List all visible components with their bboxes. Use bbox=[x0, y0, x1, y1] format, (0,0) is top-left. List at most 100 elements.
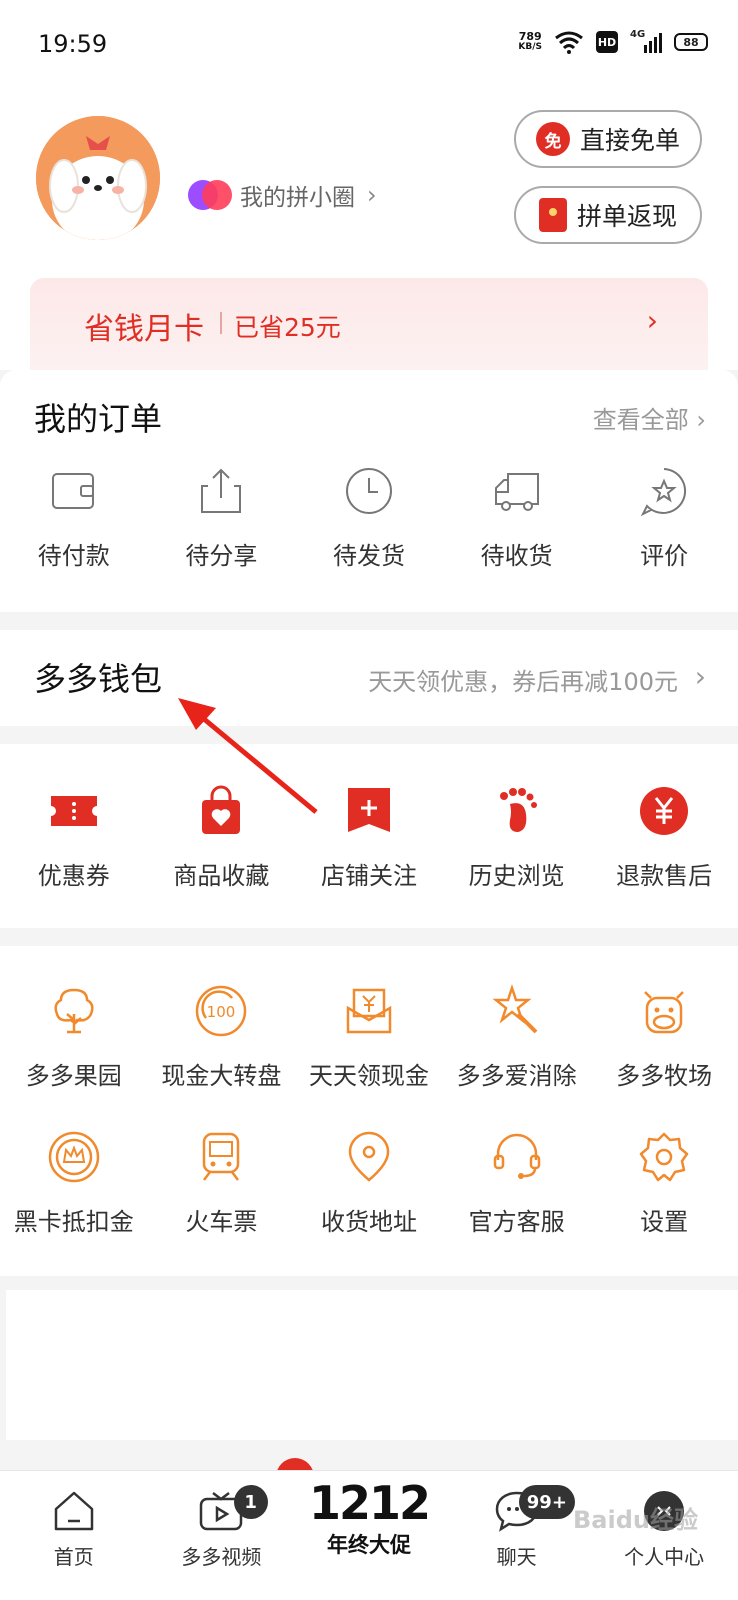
avatar[interactable] bbox=[36, 116, 160, 240]
net-speed: 789 KB/S bbox=[518, 31, 542, 53]
tab-label: 年终大促 bbox=[326, 1533, 411, 1557]
service-label: 官方客服 bbox=[468, 1208, 565, 1236]
service-settings[interactable]: 设置 bbox=[590, 1130, 738, 1237]
pin-circle-link[interactable]: 我的拼小圈 › bbox=[188, 178, 377, 212]
tool-favorites[interactable]: 商品收藏 bbox=[148, 784, 296, 891]
service-ranch[interactable]: 多多牧场 bbox=[590, 984, 738, 1091]
tool-label: 商品收藏 bbox=[173, 862, 270, 890]
star-wand-icon bbox=[492, 984, 537, 1034]
cashback-button[interactable]: 拼单返现 bbox=[514, 186, 702, 244]
store-follow-icon bbox=[347, 788, 390, 832]
divider bbox=[220, 312, 222, 334]
service-cash-wheel[interactable]: 100 现金大转盘 bbox=[148, 984, 296, 1091]
pin-circle-label: 我的拼小圈 bbox=[240, 185, 355, 211]
tree-icon bbox=[54, 988, 94, 1034]
service-customer-support[interactable]: 官方客服 bbox=[443, 1130, 591, 1237]
tool-label: 历史浏览 bbox=[468, 862, 565, 890]
order-label: 待分享 bbox=[185, 542, 258, 570]
tool-refund[interactable]: 退款售后 bbox=[590, 784, 738, 891]
service-label: 多多牧场 bbox=[616, 1062, 713, 1090]
tool-coupon[interactable]: 优惠券 bbox=[0, 784, 148, 891]
location-icon bbox=[348, 1131, 390, 1182]
crown-coin-icon bbox=[48, 1131, 100, 1183]
view-all-orders-link[interactable]: 查看全部 › bbox=[593, 400, 706, 435]
service-label: 天天领现金 bbox=[308, 1062, 429, 1090]
services-row-2: 黑卡抵扣金 火车票 收货地址 官方客服 设置 bbox=[0, 1130, 738, 1237]
truck-icon bbox=[494, 473, 539, 511]
tab-label: 多多视频 bbox=[181, 1545, 262, 1569]
coupon-icon bbox=[50, 796, 97, 826]
cow-icon bbox=[644, 991, 685, 1034]
home-icon bbox=[54, 1491, 94, 1531]
tool-label: 店铺关注 bbox=[320, 862, 417, 890]
quick-tools-section: 优惠券 商品收藏 店铺关注 历史浏览 退款售后 bbox=[0, 744, 738, 928]
status-bar: 19:59 789 KB/S HD 4G 88 bbox=[0, 0, 738, 90]
signal-icon: 4G bbox=[630, 29, 662, 53]
tab-home[interactable]: 首页 bbox=[0, 1471, 148, 1600]
wallet-section[interactable]: 多多钱包 天天领优惠，券后再减100元 › bbox=[0, 630, 738, 726]
net-speed-unit: KB/S bbox=[518, 42, 542, 52]
service-black-card[interactable]: 黑卡抵扣金 bbox=[0, 1130, 148, 1237]
order-label: 评价 bbox=[640, 542, 689, 570]
order-label: 待付款 bbox=[37, 542, 110, 570]
tab-label: 聊天 bbox=[496, 1545, 537, 1569]
service-daily-cash[interactable]: 天天领现金 bbox=[295, 984, 443, 1091]
tab-label: 首页 bbox=[53, 1545, 94, 1569]
tab-promo[interactable]: 1212 年终大促 bbox=[295, 1471, 443, 1600]
tab-video[interactable]: 多多视频 1 bbox=[148, 1471, 296, 1600]
tab-chat[interactable]: 聊天 99+ bbox=[443, 1471, 591, 1600]
watermark: Baidu经验 bbox=[573, 1506, 698, 1534]
order-pending-receive[interactable]: 待收货 bbox=[443, 464, 591, 571]
service-label: 收货地址 bbox=[320, 1208, 417, 1236]
status-icons: 789 KB/S HD 4G 88 bbox=[518, 29, 708, 54]
service-label: 火车票 bbox=[185, 1208, 258, 1236]
bunny-avatar-icon bbox=[36, 116, 160, 240]
tab-profile[interactable]: 个人中心 bbox=[590, 1471, 738, 1600]
clock-icon bbox=[345, 468, 392, 514]
month-card-saved: 已省25元 bbox=[234, 313, 341, 342]
cashback-label: 拼单返现 bbox=[576, 202, 677, 231]
star-icon bbox=[640, 468, 687, 517]
quick-tools-row: 优惠券 商品收藏 店铺关注 历史浏览 退款售后 bbox=[0, 784, 738, 891]
train-icon bbox=[203, 1132, 240, 1181]
service-orchard[interactable]: 多多果园 bbox=[0, 984, 148, 1091]
tool-store-follow[interactable]: 店铺关注 bbox=[295, 784, 443, 891]
order-review[interactable]: 评价 bbox=[590, 464, 738, 571]
service-label: 黑卡抵扣金 bbox=[13, 1208, 134, 1236]
month-card-banner[interactable]: 省钱月卡 已省25元 › bbox=[30, 278, 708, 378]
wheel-icon: 100 bbox=[196, 985, 247, 1037]
service-train-ticket[interactable]: 火车票 bbox=[148, 1130, 296, 1237]
headset-icon bbox=[493, 1133, 540, 1179]
order-pending-payment[interactable]: 待付款 bbox=[0, 464, 148, 571]
chevron-right-icon: › bbox=[646, 304, 658, 337]
month-card-title: 省钱月卡 bbox=[84, 312, 204, 347]
wallet-title: 多多钱包 bbox=[34, 660, 163, 698]
battery-icon: 88 bbox=[674, 33, 708, 51]
favorite-bag-icon bbox=[202, 785, 241, 834]
pin-circle-icon bbox=[188, 180, 232, 210]
tool-history[interactable]: 历史浏览 bbox=[443, 784, 591, 891]
service-label: 现金大转盘 bbox=[161, 1062, 282, 1090]
red-packet-icon bbox=[538, 198, 567, 232]
status-time: 19:59 bbox=[38, 30, 108, 58]
chevron-right-icon: › bbox=[694, 660, 706, 693]
free-badge-icon: 免 bbox=[535, 122, 570, 156]
services-section: 多多果园 100 现金大转盘 天天领现金 多多爱消除 多多牧场 黑卡抵扣金 火车… bbox=[0, 946, 738, 1276]
service-label: 多多爱消除 bbox=[456, 1062, 577, 1090]
wallet-icon bbox=[51, 473, 94, 509]
wallet-promo: 天天领优惠，券后再减100元 bbox=[368, 668, 678, 696]
chevron-right-icon: › bbox=[367, 181, 377, 209]
order-pending-share[interactable]: 待分享 bbox=[148, 464, 296, 571]
promo-1212-logo: 1212 bbox=[308, 1476, 431, 1530]
bottom-tab-bar: 首页 多多视频 1 1212 年终大促 聊天 99+ 个人中心 bbox=[0, 1470, 738, 1600]
free-order-button[interactable]: 免 直接免单 bbox=[514, 110, 702, 168]
service-address[interactable]: 收货地址 bbox=[295, 1130, 443, 1237]
svg-text:100: 100 bbox=[207, 1003, 236, 1021]
order-label: 待发货 bbox=[332, 542, 405, 570]
hd-badge: HD bbox=[596, 31, 618, 53]
net-speed-value: 789 bbox=[518, 30, 542, 43]
refund-icon bbox=[640, 787, 689, 835]
order-pending-ship[interactable]: 待发货 bbox=[295, 464, 443, 571]
service-match-game[interactable]: 多多爱消除 bbox=[443, 984, 591, 1091]
video-badge: 1 bbox=[233, 1485, 268, 1519]
